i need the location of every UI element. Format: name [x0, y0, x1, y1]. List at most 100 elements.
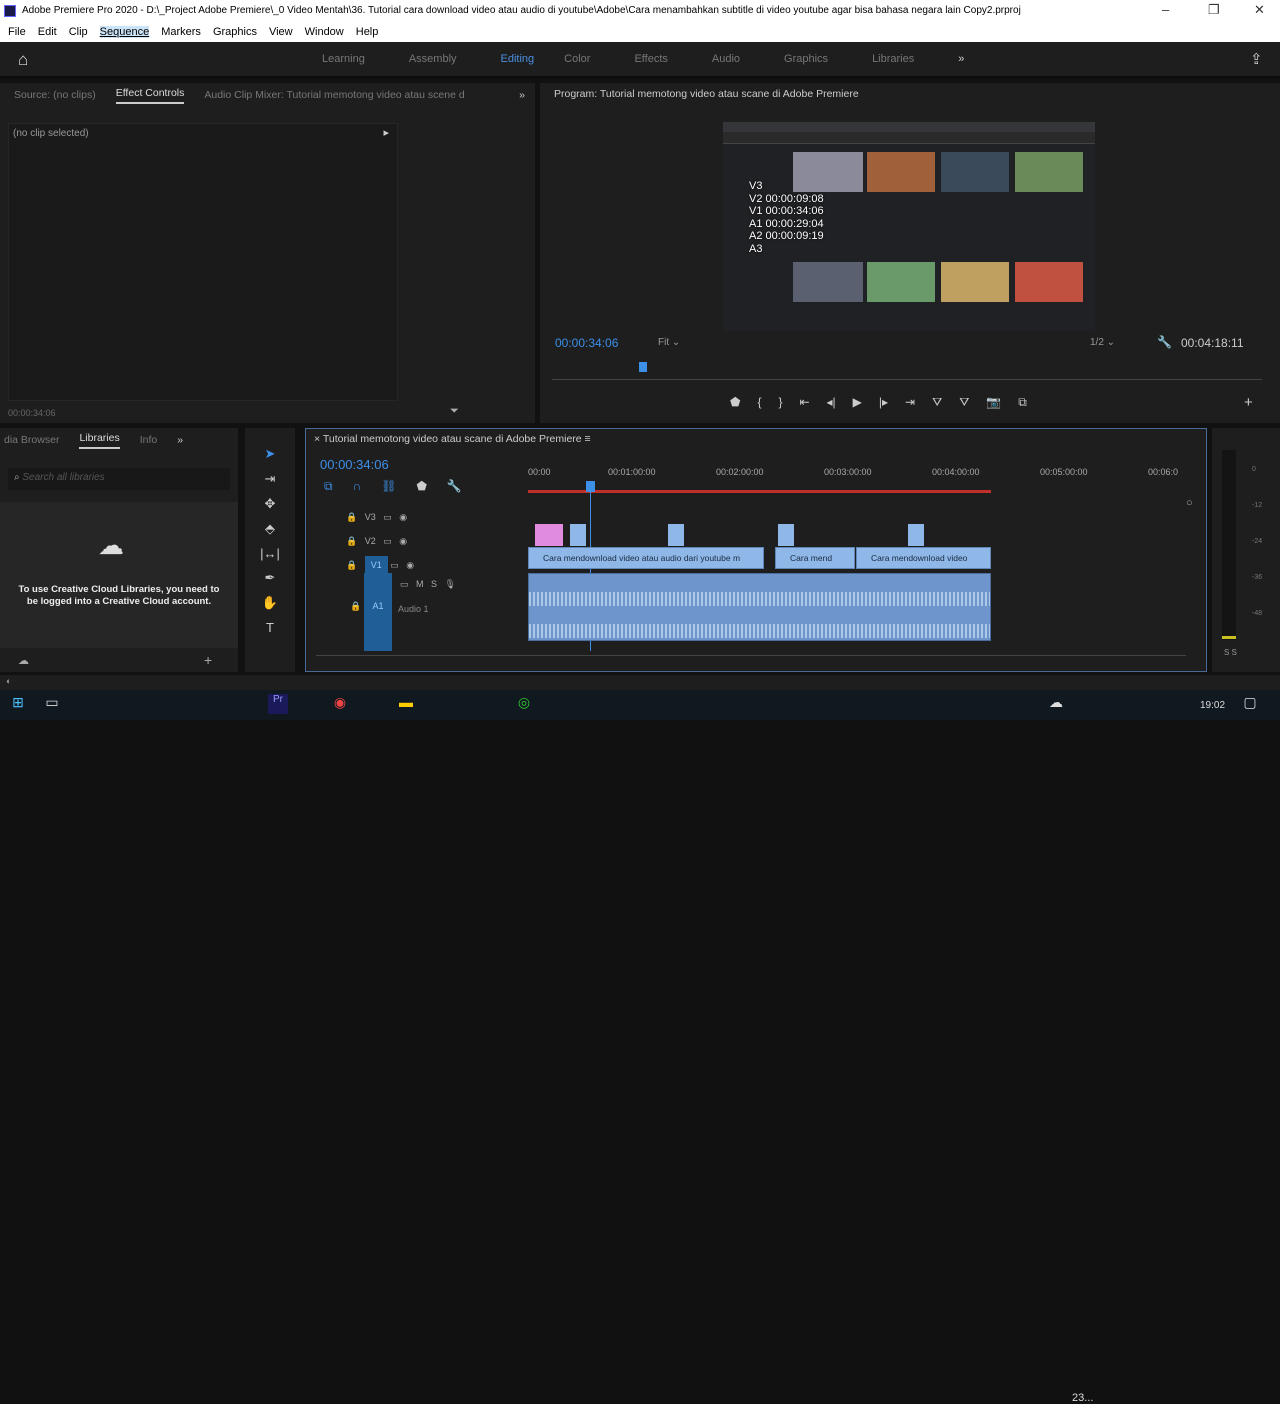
start-icon[interactable]: ⊞: [8, 694, 28, 714]
status-icon: ◐: [6, 676, 12, 686]
selection-tool-icon[interactable]: ➤: [265, 446, 276, 462]
v2-clip[interactable]: [570, 524, 586, 546]
mark-out-icon[interactable]: }: [778, 395, 782, 410]
v1-clip[interactable]: Cara mend: [775, 547, 855, 569]
export-frame-icon[interactable]: 📷: [986, 395, 1001, 410]
task-view-icon[interactable]: ▭: [42, 694, 62, 714]
timeline-timecode[interactable]: 00:00:34:06: [320, 457, 389, 472]
tab-info[interactable]: Info: [140, 434, 158, 446]
add-button-icon[interactable]: +: [1244, 394, 1253, 411]
close-button[interactable]: ✕: [1254, 2, 1265, 18]
step-forward-icon[interactable]: |▸: [879, 395, 888, 410]
graphic-clip[interactable]: [535, 524, 563, 546]
notifications-icon[interactable]: ▢: [1240, 694, 1260, 714]
v2-clip[interactable]: [778, 524, 794, 546]
clock[interactable]: 19:02: [1200, 700, 1225, 711]
filter-icon[interactable]: ⏷: [450, 405, 459, 418]
audio-track-name: Audio 1: [398, 604, 429, 614]
premiere-taskbar-icon[interactable]: Pr: [268, 694, 288, 714]
track-select-tool-icon[interactable]: ⇥: [265, 471, 276, 487]
snap-icon[interactable]: ∩: [353, 479, 362, 494]
tab-source[interactable]: Source: (no clips): [14, 89, 96, 101]
pen-tool-icon[interactable]: ✒: [265, 570, 276, 586]
play-icon[interactable]: ▶: [853, 395, 862, 410]
ripple-edit-tool-icon[interactable]: ✥: [265, 496, 276, 512]
track-headers: 🔒 V3 ▭ ◉ 🔒 V2 ▭ ◉ 🔒 V1 ▭ ◉: [346, 505, 414, 577]
minimize-button[interactable]: –: [1162, 2, 1169, 17]
workspace-assembly[interactable]: Assembly: [409, 53, 457, 65]
program-scrubber[interactable]: [552, 379, 1262, 380]
menu-markers[interactable]: Markers: [161, 26, 201, 38]
linked-selection-icon[interactable]: ⛓: [381, 479, 396, 494]
menu-help[interactable]: Help: [356, 26, 379, 38]
workspace-effects[interactable]: Effects: [634, 53, 667, 65]
mark-in-icon[interactable]: {: [757, 395, 761, 410]
restore-button[interactable]: ❐: [1208, 2, 1220, 18]
workspace-graphics[interactable]: Graphics: [784, 53, 828, 65]
share-icon[interactable]: ⇪: [1250, 50, 1263, 68]
solo-button[interactable]: S: [431, 579, 437, 589]
go-to-out-icon[interactable]: ⇥: [905, 395, 915, 410]
lock-icon[interactable]: 🔒: [350, 601, 361, 612]
menu-sequence[interactable]: Sequence: [99, 25, 150, 38]
comparison-view-icon[interactable]: ⧉: [1018, 395, 1027, 410]
nest-icon[interactable]: ⧉: [324, 479, 333, 494]
step-back-icon[interactable]: ◂|: [827, 395, 836, 410]
v1-clip[interactable]: Cara mendownload video: [856, 547, 991, 569]
solo-buttons[interactable]: S S: [1224, 648, 1237, 657]
resolution-dropdown[interactable]: 1/2 ⌄: [1090, 337, 1115, 348]
a1-audio-clip[interactable]: [528, 573, 991, 641]
v2-clip[interactable]: [908, 524, 924, 546]
tab-media-browser[interactable]: dia Browser: [4, 434, 59, 446]
menu-view[interactable]: View: [269, 26, 293, 38]
add-marker-icon[interactable]: ⬟: [416, 479, 426, 494]
go-to-in-icon[interactable]: ⇤: [799, 395, 809, 410]
timeline-sequence-tab[interactable]: × Tutorial memotong video atau scane di …: [314, 433, 591, 445]
menu-graphics[interactable]: Graphics: [213, 26, 257, 38]
expand-arrow-icon[interactable]: ▸: [383, 126, 389, 139]
extract-icon[interactable]: ⛛: [959, 395, 969, 410]
workspace-editing[interactable]: Editing: [501, 53, 535, 65]
menu-edit[interactable]: Edit: [38, 26, 57, 38]
hand-tool-icon[interactable]: ✋: [262, 595, 278, 611]
panel-menu-icon[interactable]: »: [519, 89, 525, 101]
timeline-settings-icon[interactable]: 🔧: [447, 479, 462, 494]
home-icon[interactable]: ⌂: [18, 50, 28, 70]
workspace-color[interactable]: Color: [564, 53, 590, 65]
v2-clip[interactable]: [668, 524, 684, 546]
tab-libraries[interactable]: Libraries: [79, 432, 120, 449]
zoom-handle[interactable]: ○: [1186, 497, 1193, 509]
library-search-input[interactable]: ⌕ Search all libraries: [8, 468, 230, 490]
type-tool-icon[interactable]: T: [266, 620, 274, 635]
whatsapp-icon[interactable]: ◎: [514, 694, 534, 714]
add-library-icon[interactable]: +: [204, 652, 212, 668]
more-panels-icon[interactable]: »: [177, 434, 183, 446]
menu-file[interactable]: File: [8, 26, 26, 38]
chrome-icon[interactable]: ◉: [330, 694, 350, 714]
v1-clip[interactable]: Cara mendownload video atau audio dari y…: [528, 547, 764, 569]
mute-button[interactable]: M: [416, 579, 424, 589]
program-timecode[interactable]: 00:00:34:06: [555, 336, 618, 350]
track-a1-target[interactable]: A1: [364, 573, 392, 651]
window-title: Adobe Premiere Pro 2020 - D:\_Project Ad…: [22, 5, 1021, 16]
workspace-libraries[interactable]: Libraries: [872, 53, 914, 65]
lift-icon[interactable]: ⛛: [932, 395, 942, 410]
audio-meter: 0 -12 -24 -36 -48 S S: [1212, 428, 1280, 672]
cloud-sync-icon[interactable]: ☁: [18, 654, 29, 667]
workspace-audio[interactable]: Audio: [712, 53, 740, 65]
workspace-learning[interactable]: Learning: [322, 53, 365, 65]
no-clip-label: (no clip selected): [13, 128, 89, 139]
wrench-icon[interactable]: 🔧: [1157, 335, 1172, 349]
more-workspaces-icon[interactable]: »: [958, 53, 964, 65]
menu-window[interactable]: Window: [305, 26, 344, 38]
add-marker-icon[interactable]: ⬟: [730, 395, 740, 410]
timeline-scrollbar[interactable]: [316, 655, 1186, 656]
explorer-icon[interactable]: ▬: [396, 694, 416, 714]
tab-audio-clip-mixer[interactable]: Audio Clip Mixer: Tutorial memotong vide…: [204, 89, 464, 101]
fit-dropdown[interactable]: Fit ⌄: [658, 337, 680, 348]
menu-clip[interactable]: Clip: [69, 26, 88, 38]
slip-tool-icon[interactable]: |↔|: [260, 546, 280, 561]
tab-effect-controls[interactable]: Effect Controls: [115, 87, 185, 104]
razor-tool-icon[interactable]: ⬘: [265, 521, 275, 537]
playhead-marker[interactable]: [639, 362, 647, 372]
